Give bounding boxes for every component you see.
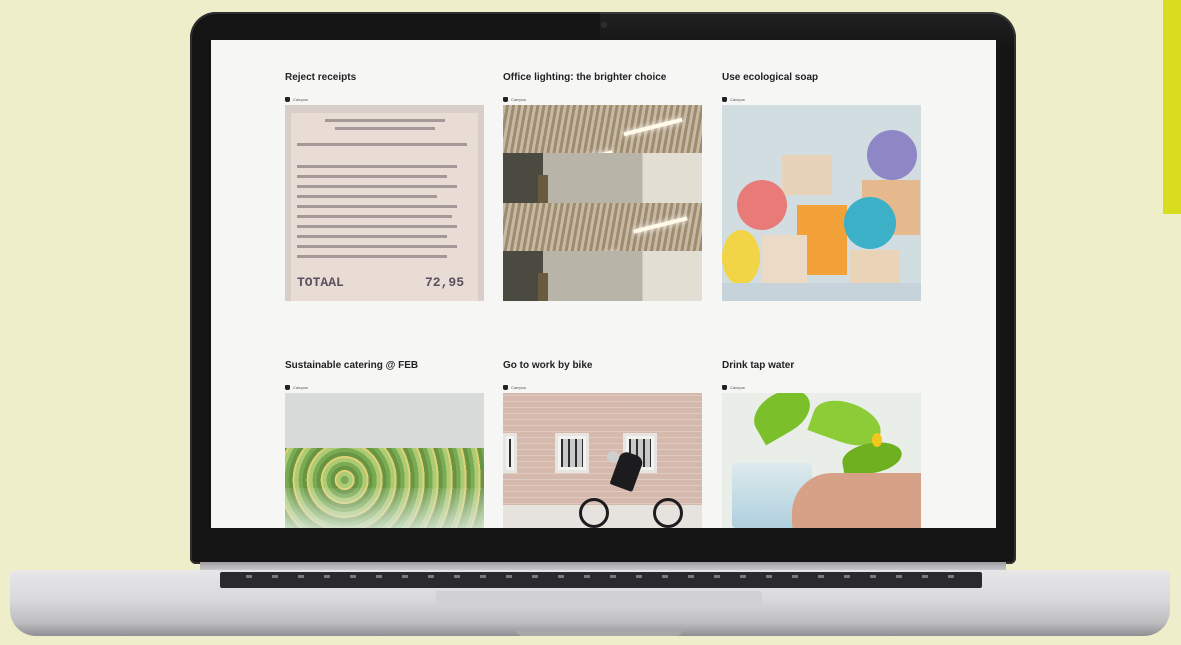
ceiling-slats: [503, 105, 702, 153]
soap-round: [722, 230, 760, 285]
receipt-total-label: TOTAAL: [297, 275, 344, 290]
category-icon: [722, 96, 727, 102]
soap-bar: [850, 250, 900, 285]
card-meta: Campus: [722, 96, 922, 102]
accent-bar: [1163, 0, 1181, 214]
category-icon: [503, 384, 508, 390]
receipt-line: [297, 195, 437, 198]
category-icon: [285, 384, 290, 390]
receipt-line: [297, 143, 467, 146]
card-title[interactable]: Office lighting: the brighter choice: [503, 72, 703, 83]
cyclist-head: [607, 451, 619, 463]
card-meta: Campus: [285, 384, 485, 390]
pillar: [538, 273, 548, 301]
receipt-line: [297, 215, 452, 218]
receipt-line: [297, 235, 447, 238]
bike-wheel: [579, 498, 609, 528]
building-window: [503, 433, 517, 473]
card-category: Campus: [293, 384, 308, 390]
card-bike-to-work[interactable]: Go to work by bike Campus: [503, 360, 703, 528]
category-icon: [285, 96, 290, 102]
table-surface: [722, 283, 921, 301]
card-ecological-soap[interactable]: Use ecological soap Campus: [722, 72, 922, 301]
soap-round: [844, 197, 896, 249]
card-category: Campus: [511, 96, 526, 102]
card-meta: Campus: [503, 96, 703, 102]
hand: [792, 473, 921, 528]
pillar: [538, 175, 548, 203]
plant-leaf: [746, 393, 818, 446]
flower: [872, 433, 882, 447]
card-category: Campus: [730, 384, 745, 390]
soap-round: [867, 130, 917, 180]
category-icon: [722, 384, 727, 390]
receipt-line: [297, 165, 457, 168]
card-office-lighting[interactable]: Office lighting: the brighter choice Cam…: [503, 72, 703, 301]
lid-notch: [516, 630, 682, 636]
receipt-line: [297, 245, 457, 248]
receipt-line: [297, 205, 457, 208]
receipt-total-amount: 72,95: [425, 275, 465, 290]
catering-photo[interactable]: [285, 393, 484, 528]
trackpad: [436, 591, 762, 605]
card-title[interactable]: Use ecological soap: [722, 72, 922, 83]
card-title[interactable]: Reject receipts: [285, 72, 485, 83]
receipt-line: [297, 175, 447, 178]
receipt-photo[interactable]: TOTAAL 72,95: [285, 105, 484, 301]
soap-round: [737, 180, 787, 230]
laptop-screen: Reject receipts Campus TOTAAL 72,95 Offi…: [211, 40, 996, 528]
card-title[interactable]: Go to work by bike: [503, 360, 703, 371]
card-category: Campus: [511, 384, 526, 390]
receipt-line: [325, 119, 445, 122]
receipt-line: [297, 225, 457, 228]
webcam-icon: [601, 22, 607, 28]
glass-reflection: [285, 488, 484, 528]
card-sustainable-catering[interactable]: Sustainable catering @ FEB Campus: [285, 360, 485, 528]
office-wall: [503, 251, 702, 301]
building-window: [555, 433, 589, 473]
card-meta: Campus: [285, 96, 485, 102]
card-meta: Campus: [722, 384, 922, 390]
tap-water-photo[interactable]: [722, 393, 921, 528]
card-reject-receipts[interactable]: Reject receipts Campus TOTAAL 72,95: [285, 72, 485, 301]
card-title[interactable]: Sustainable catering @ FEB: [285, 360, 485, 371]
receipt-line: [335, 127, 435, 130]
card-title[interactable]: Drink tap water: [722, 360, 922, 371]
office-wall: [503, 153, 702, 203]
bike-photo[interactable]: [503, 393, 702, 528]
keyboard-keys: [246, 575, 958, 578]
ceiling-slats: [503, 203, 702, 251]
category-icon: [503, 96, 508, 102]
card-drink-tap-water[interactable]: Drink tap water Campus: [722, 360, 922, 528]
bike-wheel: [653, 498, 683, 528]
ecological-soap-photo[interactable]: [722, 105, 921, 301]
card-category: Campus: [730, 96, 745, 102]
office-lighting-photo[interactable]: [503, 105, 702, 301]
soap-bar: [762, 235, 807, 285]
card-meta: Campus: [503, 384, 703, 390]
receipt-line: [297, 255, 447, 258]
receipt-line: [297, 185, 457, 188]
soap-bar: [782, 155, 832, 195]
card-category: Campus: [293, 96, 308, 102]
